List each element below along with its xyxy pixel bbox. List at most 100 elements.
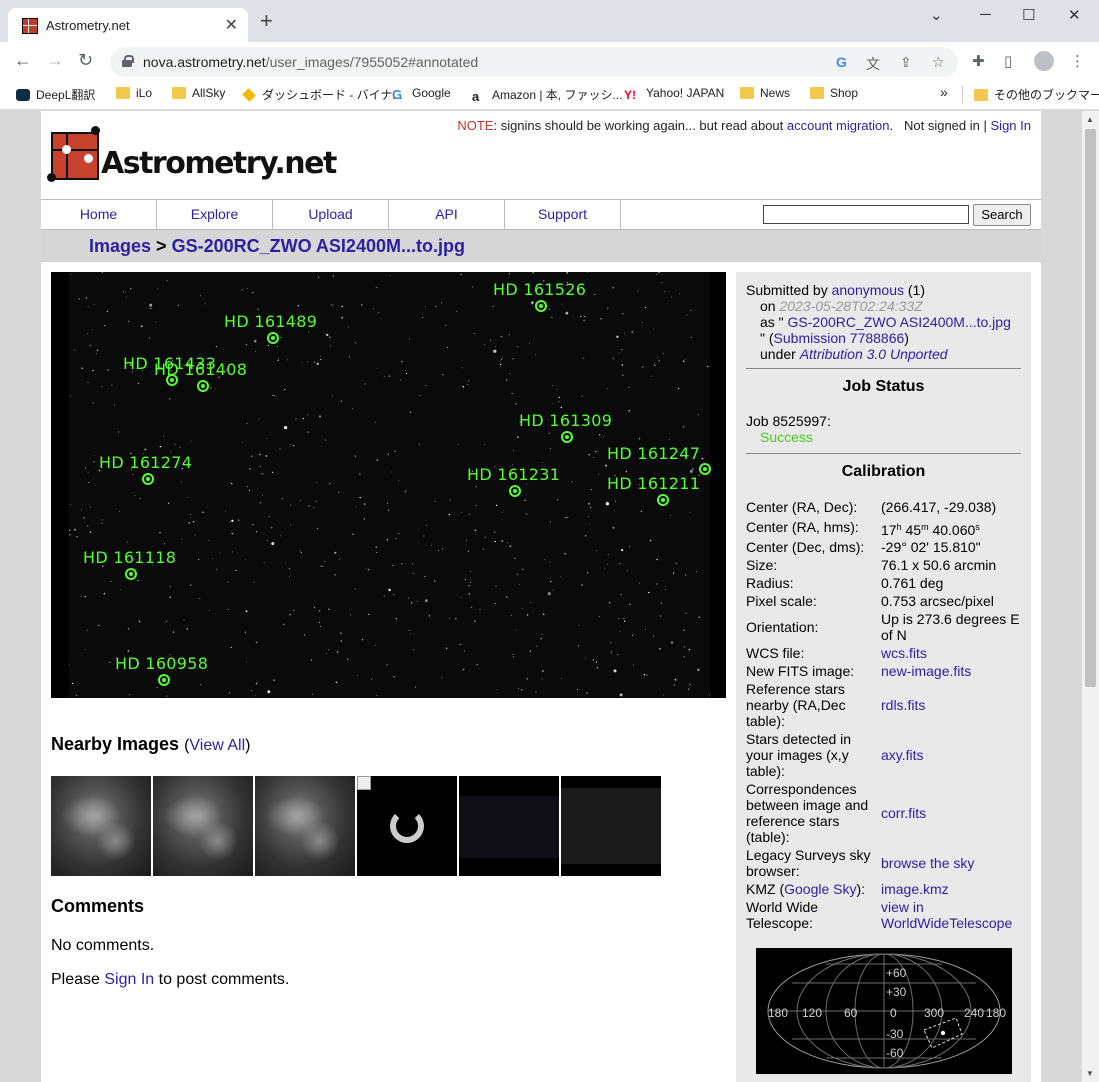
lon-label: 300 (924, 1006, 945, 1020)
broken-image-icon (357, 776, 371, 790)
lon-label: 120 (802, 1006, 823, 1020)
browser-toolbar: ← → ↻ nova.astrometry.net/user_images/79… (0, 42, 1099, 80)
scrollbar-thumb[interactable] (1085, 129, 1096, 687)
star-marker-icon (657, 494, 669, 506)
submission-filename-link[interactable]: GS-200RC_ZWO ASI2400M...to.jpg (788, 314, 1011, 330)
reload-icon[interactable]: ↻ (78, 50, 93, 70)
lat-label: -60 (886, 1046, 904, 1060)
bookmark-allsky[interactable]: AllSky (172, 86, 225, 100)
annotated-sky-image[interactable]: HD 161526 HD 161489 HD 161433 HD 161408 … (51, 272, 726, 698)
nearby-image-thumbnail[interactable] (153, 776, 253, 876)
axy-file-link[interactable]: axy.fits (881, 747, 1026, 763)
submitter-link[interactable]: anonymous (832, 282, 904, 298)
breadcrumb-images-link[interactable]: Images (89, 236, 151, 256)
folder-icon (740, 87, 754, 99)
nearby-image-thumbnail[interactable] (561, 776, 661, 876)
nav-home[interactable]: Home (41, 200, 157, 229)
no-comments-text: No comments. (51, 937, 155, 954)
comment-signin-prompt: Please Sign In to post comments. (51, 971, 290, 988)
sky-location-map[interactable]: +60 +30 0 -30 -60 180 120 60 300 240 180 (756, 948, 1012, 1074)
job-id: Job 8525997: (746, 413, 831, 429)
side-panel-icon[interactable]: ▯ (1004, 52, 1012, 70)
page-content: NOTE: signins should be working again...… (41, 111, 1041, 1082)
search-input[interactable] (763, 205, 969, 224)
wcs-file-link[interactable]: wcs.fits (881, 645, 1026, 661)
nearby-image-thumbnail[interactable] (51, 776, 151, 876)
lat-label: 0 (890, 1006, 897, 1020)
lon-label: 60 (844, 1006, 858, 1020)
star-label: HD 161211 (607, 474, 701, 493)
extensions-icon[interactable]: ✚ (972, 52, 985, 70)
bookmarks-overflow-button[interactable]: » (940, 84, 948, 100)
comment-sign-in-link[interactable]: Sign In (104, 971, 154, 988)
browser-tab[interactable]: Astrometry.net ✕ (8, 8, 248, 42)
bookmark-news[interactable]: News (740, 86, 790, 100)
rdls-file-link[interactable]: rdls.fits (881, 697, 1026, 713)
address-bar[interactable]: nova.astrometry.net/user_images/7955052#… (110, 47, 958, 77)
share-icon[interactable]: ⇪ (900, 54, 912, 71)
comments-heading: Comments (51, 896, 145, 916)
lon-label: 180 (986, 1006, 1007, 1020)
sign-in-link[interactable]: Sign In (991, 118, 1031, 133)
bookmark-yahoo[interactable]: Y! Yahoo! JAPAN (624, 86, 724, 102)
divider (746, 453, 1021, 454)
tab-title: Astrometry.net (46, 18, 130, 33)
nearby-images-heading: Nearby Images (View All) (51, 734, 251, 754)
kmz-file-link[interactable]: image.kmz (881, 881, 1026, 897)
bookmark-star-icon[interactable]: ☆ (932, 54, 945, 71)
lat-label: +30 (886, 985, 907, 999)
nav-support[interactable]: Support (505, 200, 621, 229)
bookmark-other[interactable]: その他のブックマーク (974, 86, 1099, 103)
image-border-left (51, 272, 69, 698)
license-link[interactable]: Attribution 3.0 Unported (800, 346, 948, 362)
bookmark-amazon[interactable]: a Amazon | 本, ファッシ... (472, 86, 622, 104)
nearby-image-thumbnail[interactable] (459, 776, 559, 876)
bookmarks-divider (962, 86, 963, 104)
forward-icon[interactable]: → (46, 50, 64, 70)
maximize-icon[interactable]: ☐ (1022, 6, 1035, 24)
view-all-link[interactable]: View All (189, 737, 245, 754)
bookmark-shop[interactable]: Shop (810, 86, 858, 100)
search-button[interactable]: Search (973, 204, 1031, 226)
nav-upload[interactable]: Upload (273, 200, 389, 229)
nav-api[interactable]: API (389, 200, 505, 229)
bookmark-deepl[interactable]: DeepL翻訳 (16, 86, 95, 103)
scroll-down-icon[interactable]: ▼ (1086, 1069, 1094, 1078)
minimize-icon[interactable]: ─ (980, 6, 991, 23)
nearby-image-thumbnail[interactable] (357, 776, 457, 876)
profile-avatar-icon[interactable] (1034, 51, 1054, 71)
scroll-up-icon[interactable]: ▲ (1086, 115, 1094, 124)
tab-close-icon[interactable]: ✕ (225, 15, 238, 35)
tab-search-icon[interactable]: ⌄ (930, 6, 943, 24)
signin-note: NOTE: signins should be working again...… (457, 118, 1031, 133)
nearby-image-thumbnail[interactable] (255, 776, 355, 876)
astrometry-logo[interactable]: Astrometry.net (47, 126, 337, 188)
account-migration-link[interactable]: account migration (787, 118, 890, 133)
nav-explore[interactable]: Explore (157, 200, 273, 229)
browse-sky-link[interactable]: browse the sky (881, 855, 1026, 871)
window-close-icon[interactable]: ✕ (1068, 6, 1081, 24)
page-scrollbar[interactable]: ▲ ▼ (1082, 111, 1099, 1082)
bookmark-google[interactable]: G Google (392, 86, 451, 102)
star-marker-icon (158, 674, 170, 686)
google-sky-link[interactable]: Google Sky (784, 881, 856, 897)
lat-label: +60 (886, 966, 907, 980)
wwt-link[interactable]: view in WorldWideTelescope (881, 899, 1026, 931)
menu-kebab-icon[interactable]: ⋮ (1070, 52, 1085, 70)
new-fits-link[interactable]: new-image.fits (881, 663, 1026, 679)
back-icon[interactable]: ← (14, 50, 32, 70)
lock-icon (122, 55, 134, 67)
translate-icon[interactable]: 文 (866, 54, 880, 74)
corr-file-link[interactable]: corr.fits (881, 805, 1026, 821)
google-lens-icon[interactable]: G (836, 54, 847, 70)
url-text[interactable]: nova.astrometry.net/user_images/7955052#… (143, 54, 478, 70)
bookmark-binance[interactable]: ダッシュボード - バイナ... (242, 86, 402, 103)
submission-link[interactable]: Submission 7788866 (774, 330, 905, 346)
star-label: HD 161408 (154, 360, 248, 379)
new-tab-button[interactable]: + (260, 10, 273, 32)
bookmark-ilo[interactable]: iLo (116, 86, 152, 100)
star-label: HD 160958 (115, 654, 209, 673)
tab-strip: Astrometry.net ✕ + ⌄ ─ ☐ ✕ (0, 0, 1099, 42)
breadcrumb-current[interactable]: GS-200RC_ZWO ASI2400M...to.jpg (172, 236, 465, 256)
star-marker-icon (142, 473, 154, 485)
